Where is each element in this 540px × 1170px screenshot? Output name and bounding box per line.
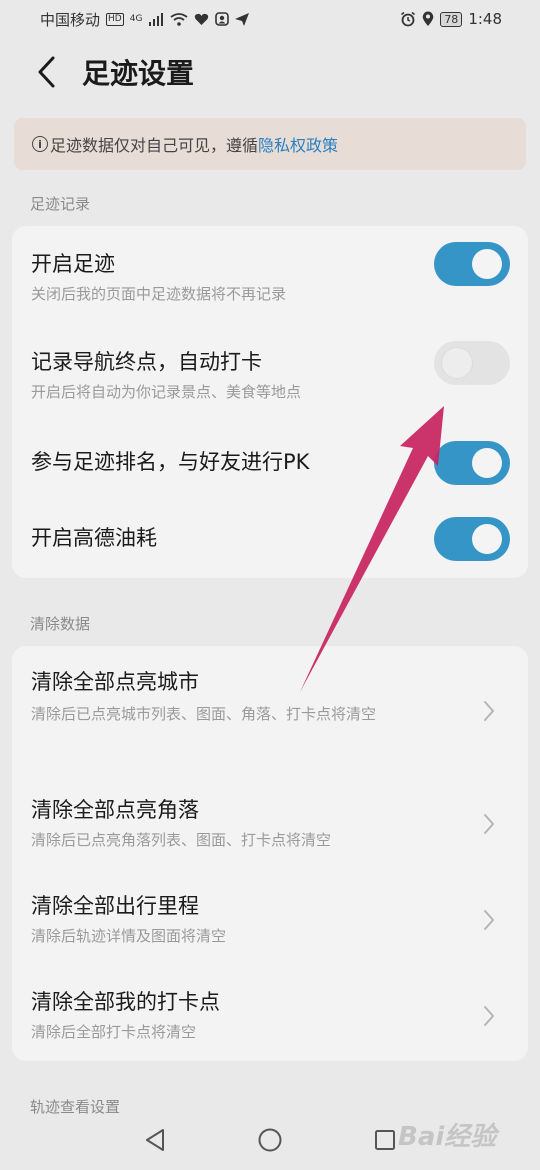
carrier-label: 中国移动 xyxy=(40,10,101,29)
setting-subtitle: 关闭后我的页面中足迹数据将不再记录 xyxy=(31,285,287,303)
section-label-clear: 清除数据 xyxy=(30,615,91,633)
setting-title: 记录导航终点，自动打卡 xyxy=(31,350,262,374)
clock: 1:48 xyxy=(468,10,502,28)
chevron-right-icon xyxy=(484,701,495,721)
clear-title: 清除全部点亮城市 xyxy=(31,670,199,694)
setting-title: 开启足迹 xyxy=(31,252,115,276)
clear-row-cities[interactable]: 清除全部点亮城市 清除后已点亮城市列表、图面、角落、打卡点将清空 xyxy=(12,646,528,772)
clear-subtitle: 清除后已点亮角落列表、图面、打卡点将清空 xyxy=(31,831,332,849)
clear-subtitle: 清除后已点亮城市列表、图面、角落、打卡点将清空 xyxy=(31,705,377,723)
alarm-icon xyxy=(401,11,416,27)
setting-subtitle: 开启后将自动为你记录景点、美食等地点 xyxy=(31,383,302,401)
square-recents-icon xyxy=(375,1130,395,1150)
chevron-right-icon xyxy=(484,910,495,930)
wifi-icon xyxy=(170,12,188,26)
circle-home-icon xyxy=(258,1128,282,1152)
nav-back-button[interactable] xyxy=(143,1127,167,1153)
watermark: Bai经验 xyxy=(398,1122,497,1152)
info-icon: i xyxy=(32,136,48,152)
nav-home-button[interactable] xyxy=(257,1127,283,1153)
toggle-fuel-consumption[interactable] xyxy=(434,517,510,561)
clear-data-card: 清除全部点亮城市 清除后已点亮城市列表、图面、角落、打卡点将清空 清除全部点亮角… xyxy=(12,646,528,1061)
clear-title: 清除全部点亮角落 xyxy=(31,798,199,822)
page-title: 足迹设置 xyxy=(82,57,195,90)
notice-text: 足迹数据仅对自己可见，遵循 xyxy=(50,136,259,155)
send-icon xyxy=(235,12,250,26)
network-label: 4G xyxy=(129,14,143,24)
back-button[interactable] xyxy=(16,46,76,98)
setting-row-auto-checkin[interactable]: 记录导航终点，自动打卡 开启后将自动为你记录景点、美食等地点 xyxy=(12,326,528,416)
clear-title: 清除全部我的打卡点 xyxy=(31,990,220,1014)
privacy-notice: i 足迹数据仅对自己可见，遵循 隐私权政策 xyxy=(14,118,526,170)
toggle-ranking-pk[interactable] xyxy=(434,441,510,485)
location-icon xyxy=(423,11,434,26)
setting-row-enable-footprint[interactable]: 开启足迹 关闭后我的页面中足迹数据将不再记录 xyxy=(12,226,528,316)
clear-row-corners[interactable]: 清除全部点亮角落 清除后已点亮角落列表、图面、打卡点将清空 xyxy=(12,778,528,874)
nav-recents-button[interactable] xyxy=(373,1128,397,1152)
clear-subtitle: 清除后全部打卡点将清空 xyxy=(31,1023,197,1041)
setting-title: 参与足迹排名，与好友进行PK xyxy=(31,450,310,474)
footprint-settings-card: 开启足迹 关闭后我的页面中足迹数据将不再记录 记录导航终点，自动打卡 开启后将自… xyxy=(12,226,528,578)
status-bar: 中国移动 HD 4G 78 1:48 xyxy=(0,0,540,38)
clear-row-checkins[interactable]: 清除全部我的打卡点 清除后全部打卡点将清空 xyxy=(12,970,528,1061)
clear-row-mileage[interactable]: 清除全部出行里程 清除后轨迹详情及图面将清空 xyxy=(12,874,528,970)
privacy-policy-link[interactable]: 隐私权政策 xyxy=(258,132,338,156)
chevron-right-icon xyxy=(484,814,495,834)
back-arrow-icon xyxy=(38,56,55,88)
hd-badge: HD xyxy=(106,12,124,26)
face-icon xyxy=(215,12,230,26)
setting-title: 开启高德油耗 xyxy=(31,526,157,550)
chevron-right-icon xyxy=(484,1006,495,1026)
toggle-auto-checkin[interactable] xyxy=(434,341,510,385)
toggle-enable-footprint[interactable] xyxy=(434,242,510,286)
section-label-footprint: 足迹记录 xyxy=(30,195,91,213)
signal-icon xyxy=(149,12,164,26)
clear-subtitle: 清除后轨迹详情及图面将清空 xyxy=(31,927,227,945)
app-header: 足迹设置 xyxy=(0,46,540,98)
battery-level: 78 xyxy=(440,11,463,27)
triangle-back-icon xyxy=(146,1129,164,1151)
setting-row-fuel-consumption[interactable]: 开启高德油耗 xyxy=(12,502,528,578)
heart-icon xyxy=(195,13,209,25)
setting-row-ranking-pk[interactable]: 参与足迹排名，与好友进行PK xyxy=(12,426,528,502)
clear-title: 清除全部出行里程 xyxy=(31,894,199,918)
